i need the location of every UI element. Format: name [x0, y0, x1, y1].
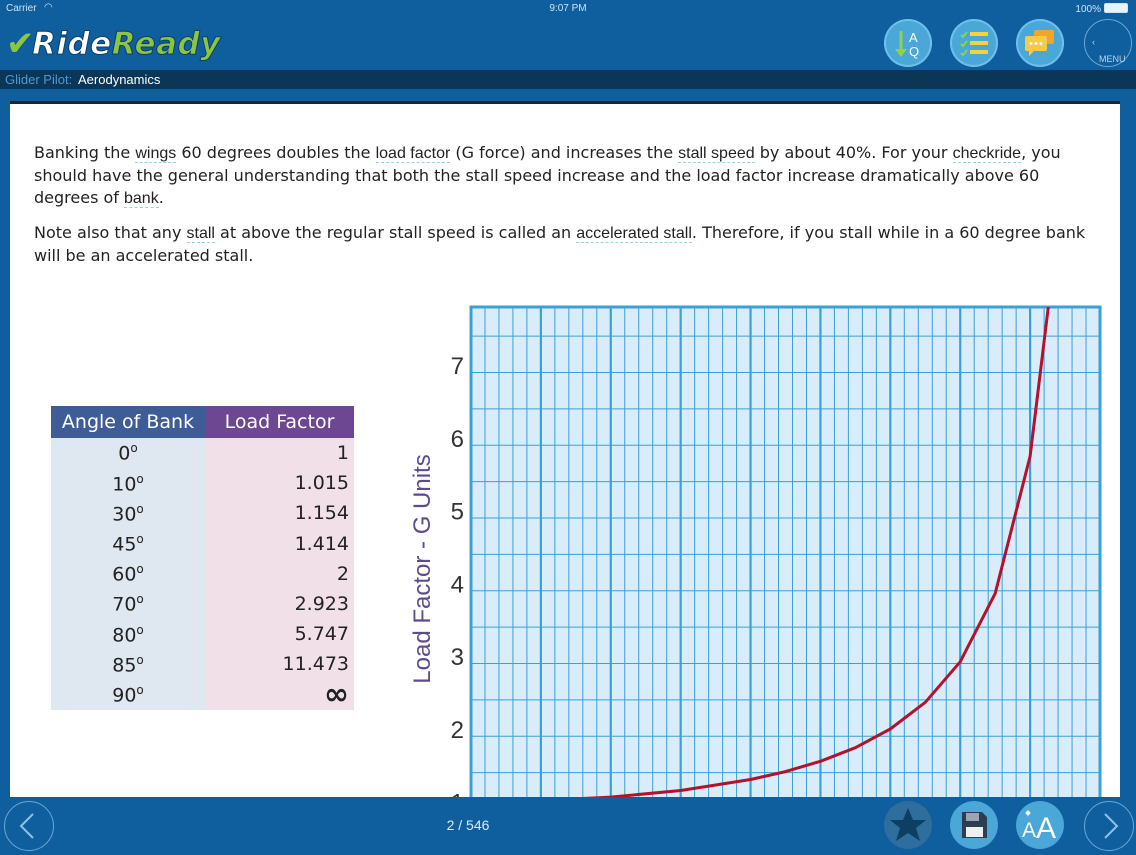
- y-tick-label: 7: [451, 353, 464, 380]
- breadcrumb-topic: Aerodynamics: [78, 72, 161, 87]
- save-button[interactable]: [950, 801, 998, 849]
- load-cell: 1.154: [205, 498, 354, 529]
- logo-ride: Ride: [32, 26, 112, 63]
- y-tick-label: 4: [451, 571, 464, 598]
- chat-button[interactable]: [1016, 19, 1064, 67]
- page-indicator: 2 / 546: [446, 817, 490, 833]
- battery-label: 100%: [1075, 4, 1101, 15]
- angle-cell: 80o: [51, 619, 205, 650]
- svg-text:A: A: [1036, 812, 1056, 845]
- svg-text:A: A: [909, 30, 918, 45]
- menu-button[interactable]: ‹ MENU: [1084, 19, 1132, 67]
- angle-cell: 45o: [51, 528, 205, 559]
- table-row: 90o ∞: [51, 679, 354, 710]
- font-size-icon: A A: [1022, 810, 1056, 845]
- bookmark-star-button[interactable]: [884, 801, 932, 849]
- y-tick-label: 3: [451, 644, 464, 671]
- battery-indicator: 100%: [1075, 3, 1128, 15]
- breadcrumb-section[interactable]: Glider Pilot:: [5, 72, 72, 87]
- angle-cell: 10o: [51, 468, 205, 499]
- breadcrumb: Glider Pilot: Aerodynamics: [0, 70, 1136, 89]
- glossary-term-stall[interactable]: stall: [186, 225, 215, 243]
- table-row: 70o 2.923: [51, 588, 354, 620]
- checklist-button[interactable]: [950, 19, 998, 67]
- status-bar: Carrier ◠ 9:07 PM 100%: [0, 0, 1136, 16]
- load-cell: 2.923: [205, 588, 354, 620]
- load-cell-infinity: ∞: [205, 679, 354, 710]
- checkmark-icon: ✔: [6, 24, 35, 64]
- a-to-q-button[interactable]: A Q: [884, 19, 932, 67]
- battery-icon: [1104, 3, 1128, 13]
- load-cell: 5.747: [205, 619, 354, 650]
- y-tick-label: 5: [451, 499, 464, 526]
- clock-label: 9:07 PM: [549, 3, 587, 14]
- glossary-term-checkride[interactable]: checkride: [952, 145, 1022, 163]
- y-tick-label: 6: [451, 426, 464, 453]
- menu-label-text: MENU: [1099, 54, 1126, 64]
- table-row: 0o 1: [51, 438, 354, 469]
- paragraph-1: Banking the wings 60 degrees doubles the…: [34, 143, 1061, 208]
- svg-text:A: A: [1022, 819, 1036, 842]
- chat-bubble-icon: [1025, 30, 1054, 56]
- angle-cell: 85o: [51, 649, 205, 680]
- paragraph-2: Note also that any stall at above the re…: [34, 223, 1086, 265]
- load-cell: 1: [205, 438, 354, 469]
- checklist-icon: [960, 31, 988, 57]
- svg-text:Q: Q: [909, 44, 919, 59]
- angle-cell: 60o: [51, 558, 205, 589]
- table-row: 80o 5.747: [51, 619, 354, 650]
- angle-cell: 70o: [51, 588, 205, 620]
- header-load-factor: Load Factor: [205, 406, 354, 438]
- logo-ready: Ready: [111, 26, 221, 63]
- load-cell: 1.015: [205, 468, 354, 499]
- y-axis-label: Load Factor - G Units: [409, 454, 436, 683]
- next-page-button[interactable]: [1084, 801, 1134, 851]
- load-cell: 11.473: [205, 649, 354, 680]
- glossary-term-stall-speed[interactable]: stall speed: [678, 145, 755, 163]
- star-icon: [890, 808, 926, 841]
- a-to-q-icon: A Q: [895, 30, 919, 59]
- table-row: 85o 11.473: [51, 649, 354, 680]
- angle-cell: 0o: [51, 438, 205, 469]
- load-factor-table: Angle of Bank Load Factor 0o 1 10o 1.015 3…: [51, 406, 354, 710]
- top-bar: ✔ RideReady A Q ‹ MENU: [0, 16, 1136, 70]
- lesson-content: Banking the wings 60 degrees doubles the…: [10, 101, 1120, 800]
- glossary-term-load-factor[interactable]: load factor: [375, 145, 451, 163]
- table-row: 10o 1.015: [51, 468, 354, 499]
- forward-arrow-icon: [1104, 813, 1119, 839]
- load-cell: 1.414: [205, 528, 354, 559]
- table-row: 30o 1.154: [51, 498, 354, 529]
- glossary-term-accelerated-stall[interactable]: accelerated stall: [576, 225, 692, 243]
- save-icon: [962, 812, 987, 838]
- glossary-term-bank[interactable]: bank: [124, 190, 159, 208]
- menu-label: ‹ MENU: [1092, 37, 1126, 64]
- glossary-term-wings[interactable]: wings: [135, 145, 177, 163]
- header-angle-of-bank: Angle of Bank: [51, 406, 205, 438]
- logo-text: RideReady: [32, 26, 221, 63]
- angle-cell: 90o: [51, 679, 205, 710]
- bottom-bar: 2 / 546 A A: [0, 797, 1136, 852]
- load-factor-chart: 1234567Load Factor - G Units: [409, 305, 1102, 800]
- font-size-button[interactable]: A A: [1016, 801, 1064, 849]
- load-cell: 2: [205, 558, 354, 589]
- table-row: 60o 2: [51, 558, 354, 589]
- table-row: 45o 1.414: [51, 528, 354, 559]
- angle-cell: 30o: [51, 498, 205, 529]
- y-tick-label: 2: [451, 717, 464, 744]
